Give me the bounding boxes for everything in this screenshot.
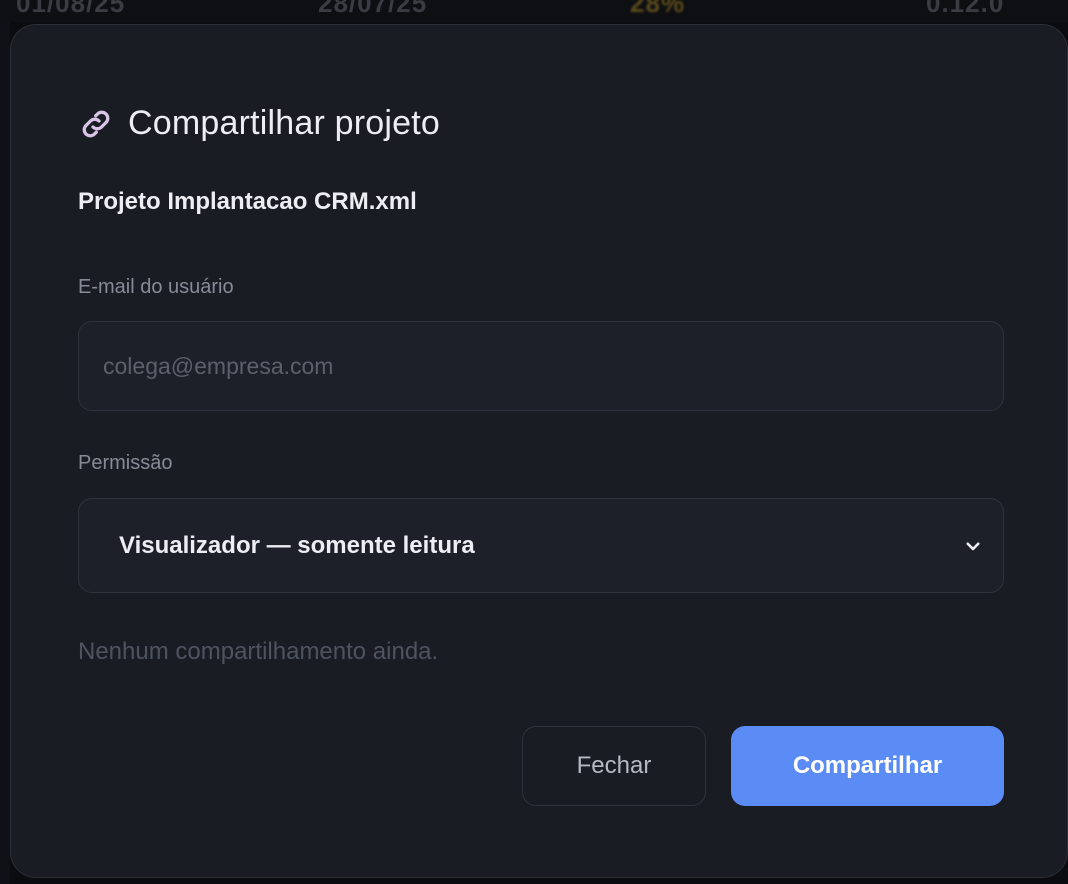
chevron-down-icon: [963, 536, 983, 556]
background-cell: 28%: [630, 0, 686, 18]
link-icon: [78, 106, 114, 142]
project-filename: Projeto Implantacao CRM.xml: [78, 188, 417, 215]
background-table-strip: 01/08/25 28/07/25 28% 0.12.0: [0, 0, 1068, 22]
dialog-title: Compartilhar projeto: [128, 104, 441, 142]
permission-select[interactable]: Visualizador — somente leitura: [78, 498, 1004, 593]
email-label: E-mail do usuário: [78, 276, 234, 298]
dialog-header: Compartilhar projeto: [78, 104, 440, 143]
background-cell: 0.12.0: [926, 0, 1005, 18]
background-cell: 01/08/25: [16, 0, 126, 18]
permission-selected-value: Visualizador — somente leitura: [119, 531, 475, 559]
permission-label: Permissão: [78, 452, 173, 474]
share-button[interactable]: Compartilhar: [731, 726, 1004, 806]
background-edge: [0, 22, 10, 884]
no-shares-message: Nenhum compartilhamento ainda.: [78, 638, 439, 665]
background-cell: 28/07/25: [318, 0, 428, 18]
email-field[interactable]: [78, 321, 1004, 411]
close-button[interactable]: Fechar: [522, 726, 706, 806]
